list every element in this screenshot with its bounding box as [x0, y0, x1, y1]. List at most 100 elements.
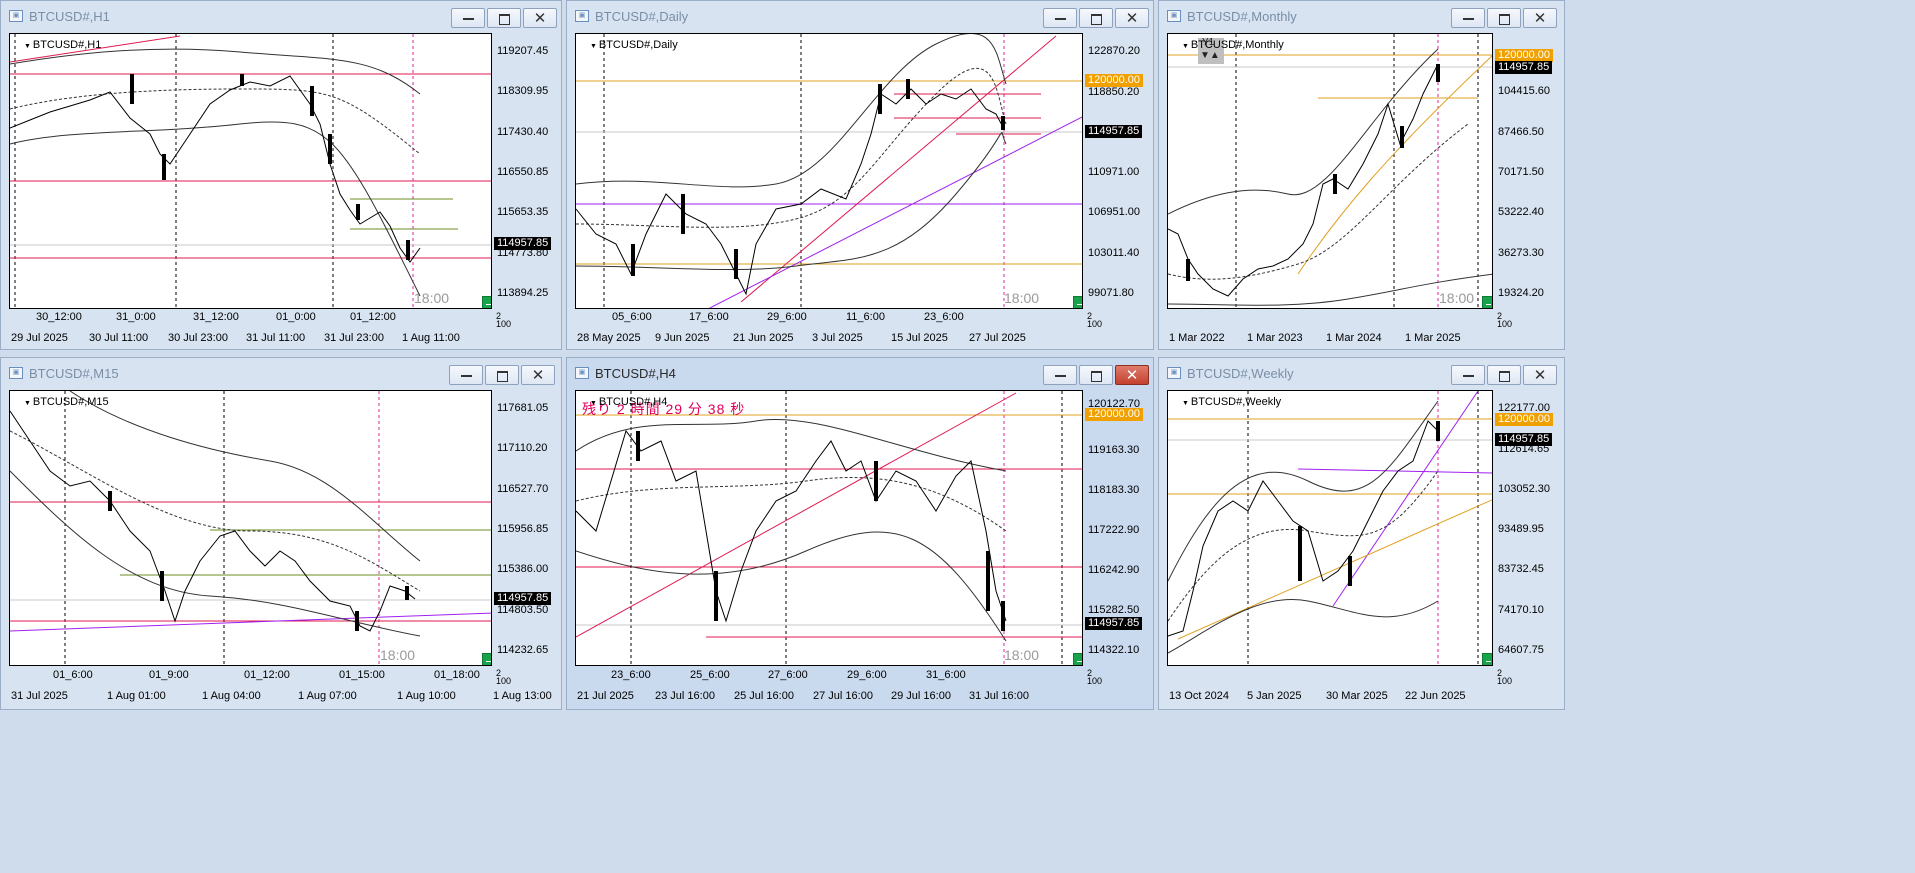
window-title: BTCUSD#,Monthly — [1187, 9, 1297, 24]
minimize-button[interactable] — [449, 365, 483, 385]
panel-corner-label2: 100 — [1087, 676, 1103, 686]
panel-corner-label2: 100 — [1497, 319, 1513, 329]
date-tick: 31 Jul 11:00 — [246, 332, 306, 344]
session-time-label: 18:00 — [1004, 290, 1040, 306]
date-tick: 1 Aug 01:00 — [107, 690, 166, 702]
date-tick: 3 Jul 2025 — [812, 332, 863, 344]
title-bar[interactable]: ▣ BTCUSD#,M15 ✕ — [1, 358, 561, 388]
close-button[interactable]: ✕ — [1115, 365, 1149, 385]
date-tick: 30 Mar 2025 — [1326, 690, 1388, 702]
maximize-button[interactable] — [1487, 365, 1521, 385]
price-axis: 122177.00 120000.00 114957.85 112614.65 … — [1493, 390, 1563, 686]
date-tick: 29 Jul 2025 — [11, 332, 68, 344]
close-icon: ✕ — [1533, 9, 1547, 27]
price-tick: 116550.85 — [497, 166, 549, 178]
minimize-button[interactable] — [1043, 8, 1077, 28]
price-tick: 115282.50 — [1088, 604, 1140, 616]
price-tick: 115653.35 — [497, 206, 549, 218]
price-tick: 36273.30 — [1498, 247, 1544, 259]
minimize-icon — [1452, 366, 1484, 384]
date-tick: 27 Jul 16:00 — [813, 690, 873, 702]
price-chart — [10, 391, 491, 665]
price-axis: 117681.05 117110.20 116527.70 115956.85 … — [492, 390, 562, 686]
chart-window-monthly[interactable]: ▣ BTCUSD#,Monthly ✕ Y1▼▲ 18:00 BTCUSD#,M… — [1158, 0, 1565, 350]
panel-corner-label2: 100 — [496, 319, 512, 329]
scale-down-icon[interactable]: ▼▲ — [1200, 50, 1220, 61]
close-button[interactable]: ✕ — [523, 8, 557, 28]
minimize-icon — [450, 366, 482, 384]
close-icon: ✕ — [1125, 366, 1139, 384]
chart-window-h4[interactable]: ▣ BTCUSD#,H4 ✕ 残り 2 時間 29 分 38 秒 18:00 B… — [566, 357, 1154, 710]
maximize-button[interactable] — [1487, 8, 1521, 28]
title-bar[interactable]: ▣ BTCUSD#,H1 ✕ — [1, 1, 561, 31]
window-title: BTCUSD#,H4 — [595, 366, 676, 381]
chart-plot-area[interactable]: BTCUSD#,Weekly — [1167, 390, 1493, 666]
close-button[interactable]: ✕ — [521, 365, 555, 385]
current-price-box: 114957.85 — [1085, 617, 1143, 630]
close-button[interactable]: ✕ — [1523, 365, 1557, 385]
price-tick: 114232.65 — [497, 644, 549, 656]
close-button[interactable]: ✕ — [1523, 8, 1557, 28]
chart-window-icon: ▣ — [575, 10, 589, 22]
chart-plot-area[interactable]: 18:00 BTCUSD#,H1 — [9, 33, 492, 309]
session-time-label: 18:00 — [414, 290, 450, 306]
date-tick: 30 Jul 23:00 — [168, 332, 228, 344]
price-tick: 119207.45 — [497, 45, 549, 57]
price-axis: 120000.00 114957.85 104415.60 87466.50 7… — [1493, 33, 1563, 329]
date-tick: 31 Jul 23:00 — [324, 332, 384, 344]
time-tick: 17_6:00 — [689, 311, 729, 323]
price-tick: 74170.10 — [1498, 604, 1544, 616]
date-tick: 21 Jul 2025 — [577, 690, 634, 702]
date-tick: 9 Jun 2025 — [655, 332, 710, 344]
maximize-icon — [486, 366, 518, 384]
price-tick: 117222.90 — [1088, 524, 1140, 536]
window-title: BTCUSD#,H1 — [29, 9, 110, 24]
chart-window-m15[interactable]: ▣ BTCUSD#,M15 ✕ 18:00 BTCUSD#,M15 117681… — [0, 357, 562, 710]
current-price-box: 114957.85 — [1085, 125, 1143, 138]
time-tick: 01_18:00 — [434, 669, 480, 681]
close-button[interactable]: ✕ — [1115, 8, 1149, 28]
price-tick: 115956.85 — [497, 523, 549, 535]
minimize-button[interactable] — [1451, 365, 1485, 385]
time-tick: 01_0:00 — [276, 311, 316, 323]
status-indicator — [482, 653, 491, 665]
time-tick: 01_12:00 — [244, 669, 290, 681]
price-tick: 93489.95 — [1498, 523, 1544, 535]
date-tick: 13 Oct 2024 — [1169, 690, 1229, 702]
time-tick: 31_0:00 — [116, 311, 156, 323]
date-tick: 27 Jul 2025 — [969, 332, 1026, 344]
session-time-label: 18:00 — [380, 647, 416, 663]
panel-corner-label2: 100 — [1497, 676, 1513, 686]
title-bar[interactable]: ▣ BTCUSD#,Monthly ✕ — [1159, 1, 1564, 31]
chart-plot-area[interactable]: Y1▼▲ 18:00 BTCUSD#,Monthly — [1167, 33, 1493, 309]
maximize-button[interactable] — [487, 8, 521, 28]
close-icon: ✕ — [1125, 9, 1139, 27]
status-indicator — [1073, 296, 1082, 308]
chart-window-icon: ▣ — [9, 367, 23, 379]
minimize-button[interactable] — [1451, 8, 1485, 28]
title-bar[interactable]: ▣ BTCUSD#,Weekly ✕ — [1159, 358, 1564, 388]
close-icon: ✕ — [1533, 366, 1547, 384]
maximize-button[interactable] — [1079, 365, 1113, 385]
chart-window-weekly[interactable]: ▣ BTCUSD#,Weekly ✕ BTCUSD#,Weekly 122177… — [1158, 357, 1565, 710]
chart-window-h1[interactable]: ▣ BTCUSD#,H1 ✕ 18:00 BTCUSD#,H1 119207.4… — [0, 0, 562, 350]
chart-symbol-label: BTCUSD#,Daily — [590, 39, 678, 51]
title-bar[interactable]: ▣ BTCUSD#,H4 ✕ — [567, 358, 1153, 388]
price-chart — [1168, 34, 1492, 308]
minimize-button[interactable] — [1043, 365, 1077, 385]
date-tick: 1 Aug 04:00 — [202, 690, 261, 702]
time-tick: 25_6:00 — [690, 669, 730, 681]
chart-plot-area[interactable]: 18:00 BTCUSD#,M15 — [9, 390, 492, 666]
chart-plot-area[interactable]: 残り 2 時間 29 分 38 秒 18:00 BTCUSD#,H4 — [575, 390, 1083, 666]
title-bar[interactable]: ▣ BTCUSD#,Daily ✕ — [567, 1, 1153, 31]
price-tick: 64607.75 — [1498, 644, 1544, 656]
chart-plot-area[interactable]: 18:00 BTCUSD#,Daily — [575, 33, 1083, 309]
price-axis: 119207.45 118309.95 117430.40 116550.85 … — [492, 33, 562, 329]
time-tick: 27_6:00 — [768, 669, 808, 681]
maximize-icon — [488, 9, 520, 27]
time-tick: 01_6:00 — [53, 669, 93, 681]
chart-window-daily[interactable]: ▣ BTCUSD#,Daily ✕ 18:00 BTCUSD#,Daily — [566, 0, 1154, 350]
maximize-button[interactable] — [485, 365, 519, 385]
maximize-button[interactable] — [1079, 8, 1113, 28]
minimize-button[interactable] — [451, 8, 485, 28]
